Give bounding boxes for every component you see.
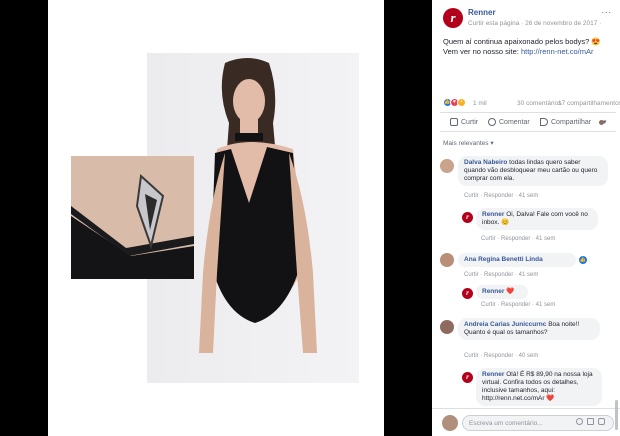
shares-count[interactable]: 17 compartilhamentos [558, 99, 620, 108]
panel-scrollbar[interactable] [615, 400, 618, 430]
comment-author[interactable]: Ana Regina Benetti Linda [464, 256, 543, 263]
camera-icon[interactable] [587, 418, 594, 425]
avatar[interactable] [440, 320, 454, 334]
like-button[interactable]: Curtir [450, 118, 478, 127]
reply-actions[interactable]: Curtir · Responder · 41 sem [481, 235, 555, 244]
post-caption: Quem aí continua apaixonado pelos bodys?… [443, 37, 615, 56]
thumbs-up-icon [450, 118, 458, 127]
renner-avatar[interactable]: r [462, 372, 473, 383]
share-icon [540, 118, 548, 127]
detail-inset-photo[interactable] [71, 156, 194, 279]
comment-bubble: Dalva Nabeiro todas lindas quero saber q… [458, 156, 608, 186]
comment-bubble: Ana Regina Benetti Linda [458, 253, 576, 267]
photo-viewer [0, 0, 432, 436]
post-options-button[interactable]: ... [601, 6, 612, 15]
avatar[interactable] [440, 159, 454, 173]
share-button[interactable]: Compartilhar [540, 118, 591, 127]
comment-author[interactable]: Dalva Nabeiro [464, 159, 507, 166]
post-meta: Curtir esta página · 26 de novembro de 2… [468, 20, 602, 27]
comment-actions[interactable]: Curtir · Responder · 41 sem [464, 271, 538, 280]
reply-author[interactable]: Renner [482, 211, 504, 218]
reply-bubble: Renner Oi, Dalva! Fale com você no inbox… [476, 208, 598, 230]
renner-avatar[interactable]: r [462, 288, 473, 299]
comment-sort-dropdown[interactable]: Mais relevantes ▾ [443, 139, 494, 148]
page-name[interactable]: Renner [468, 8, 496, 17]
post-actions: Curtir Comentar Compartilhar ▾ [440, 112, 616, 132]
reactions-bar: 👍 ♥ • 1 mil 30 comentários 17 compartilham… [443, 97, 620, 109]
post-side-panel: r Renner Curtir esta página · 26 de nove… [432, 0, 620, 436]
current-user-avatar [442, 415, 458, 431]
reaction-icons[interactable]: 👍 ♥ • [443, 98, 466, 107]
caption-link[interactable]: http://renn-net.co/mAr [521, 47, 594, 56]
reply-author[interactable]: Renner [482, 371, 504, 378]
avatar[interactable] [440, 253, 454, 267]
comment-bubble: Andreia Carias Juniccurnc Boa noite!! Qu… [458, 318, 600, 340]
like-reaction-icon[interactable]: 👍 [578, 255, 588, 265]
gif-icon[interactable] [598, 418, 605, 425]
reply-bubble: Renner Olá! É R$ 89,90 na nossa loja vir… [476, 368, 602, 406]
detail-illustration [71, 156, 194, 279]
reply-bubble: Renner ❤️ [476, 285, 528, 299]
comments-count[interactable]: 30 comentários [517, 99, 561, 108]
renner-avatar[interactable]: r [462, 212, 473, 223]
comment-button[interactable]: Comentar [488, 118, 530, 127]
comment-composer: Escreva um comentário... [432, 408, 620, 436]
renner-logo[interactable]: r [443, 8, 463, 28]
comment-author[interactable]: Andreia Carias Juniccurnc [464, 321, 546, 328]
profile-avatar-icon [598, 118, 605, 126]
comment-icon [488, 118, 496, 127]
wow-reaction-icon: • [457, 98, 466, 107]
emoji-icon[interactable] [576, 418, 583, 425]
comment-actions[interactable]: Curtir · Responder · 41 sem [464, 192, 538, 201]
comment-actions[interactable]: Curtir · Responder · 40 sem [464, 352, 538, 361]
reply-actions[interactable]: Curtir · Responder · 41 sem [481, 301, 555, 310]
reply-author[interactable]: Renner [482, 288, 504, 295]
reply-text: ❤️ [506, 288, 515, 295]
reaction-count[interactable]: 1 mil [473, 99, 487, 108]
audience-selector[interactable]: ▾ [598, 118, 607, 127]
